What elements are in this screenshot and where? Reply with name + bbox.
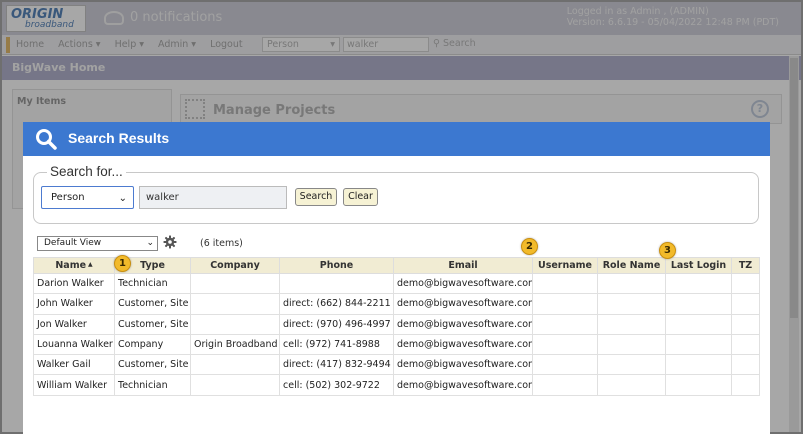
cell-username	[532, 272, 598, 295]
search-results-modal: Search Results Search for... Person ⌄ wa…	[23, 122, 770, 434]
chevron-down-icon: ⌄	[146, 238, 154, 248]
cell-username	[532, 313, 598, 335]
cell-email[interactable]: demo@bigwavesoftware.com	[393, 354, 533, 376]
search-query-input[interactable]: walker	[139, 186, 287, 209]
results-table: Name ▲ Type Company Phone Email Username …	[33, 257, 760, 396]
table-row[interactable]: Walker Gail Customer, Site direct: (417) 8…	[33, 354, 760, 376]
cell-name[interactable]: Darion Walker	[33, 272, 115, 295]
cell-phone	[279, 272, 394, 295]
cell-last-login	[665, 313, 732, 335]
cell-type: Customer, Site	[114, 354, 191, 376]
cell-company: Origin Broadband	[190, 333, 280, 356]
cell-username	[532, 374, 598, 396]
column-header-email[interactable]: Email	[393, 257, 533, 274]
view-select-value: Default View	[44, 238, 102, 248]
chevron-down-icon: ⌄	[118, 193, 127, 204]
cell-last-login	[665, 333, 732, 356]
cell-last-login	[665, 374, 732, 396]
column-header-name[interactable]: Name ▲	[33, 257, 115, 274]
annotation-badge-1: 1	[114, 255, 131, 272]
gear-icon[interactable]	[163, 235, 177, 249]
cell-role-name	[597, 374, 666, 396]
table-row[interactable]: John Walker Customer, Site direct: (662) 8…	[33, 293, 760, 315]
cell-role-name	[597, 313, 666, 335]
cell-email[interactable]: demo@bigwavesoftware.com	[393, 272, 533, 295]
cell-type: Technician	[114, 374, 191, 396]
cell-tz	[731, 272, 760, 295]
cell-phone: cell: (972) 741-8988	[279, 333, 394, 356]
table-row[interactable]: William Walker Technician cell: (502) 302-…	[33, 374, 760, 396]
cell-role-name	[597, 354, 666, 376]
table-row[interactable]: Louanna Walker Company Origin Broadband cel…	[33, 333, 760, 356]
cell-name[interactable]: John Walker	[33, 293, 115, 315]
cell-company	[190, 293, 280, 315]
cell-tz	[731, 354, 760, 376]
cell-username	[532, 354, 598, 376]
column-header-tz[interactable]: TZ	[731, 257, 760, 274]
cell-tz	[731, 374, 760, 396]
table-row[interactable]: Jon Walker Customer, Site direct: (970) 49…	[33, 313, 760, 335]
type-select-value: Person	[51, 192, 85, 203]
cell-tz	[731, 313, 760, 335]
cell-email[interactable]: demo@bigwavesoftware.com	[393, 333, 533, 356]
column-header-username[interactable]: Username	[532, 257, 598, 274]
cell-last-login	[665, 272, 732, 295]
search-button[interactable]: Search	[295, 188, 337, 206]
cell-last-login	[665, 293, 732, 315]
cell-role-name	[597, 272, 666, 295]
column-header-last-login[interactable]: Last Login	[665, 257, 732, 274]
search-legend: Search for...	[47, 164, 126, 179]
cell-company	[190, 313, 280, 335]
cell-phone: direct: (417) 832-9494	[279, 354, 394, 376]
cell-company	[190, 354, 280, 376]
clear-button[interactable]: Clear	[343, 188, 378, 206]
annotation-badge-2: 2	[521, 238, 538, 255]
cell-email[interactable]: demo@bigwavesoftware.com	[393, 313, 533, 335]
cell-phone: direct: (970) 496-4997	[279, 313, 394, 335]
column-header-phone[interactable]: Phone	[279, 257, 394, 274]
cell-name[interactable]: Louanna Walker	[33, 333, 115, 356]
cell-email[interactable]: demo@bigwavesoftware.com	[393, 374, 533, 396]
cell-type: Company	[114, 333, 191, 356]
modal-header: Search Results	[23, 122, 770, 156]
cell-role-name	[597, 293, 666, 315]
cell-name[interactable]: Jon Walker	[33, 313, 115, 335]
cell-company	[190, 272, 280, 295]
sort-ascending-icon: ▲	[88, 261, 93, 268]
cell-phone: cell: (502) 302-9722	[279, 374, 394, 396]
table-row[interactable]: Darion Walker Technician demo@bigwavesoftw…	[33, 272, 760, 295]
annotation-badge-3: 3	[659, 242, 676, 259]
cell-company	[190, 374, 280, 396]
cell-type: Customer, Site	[114, 293, 191, 315]
cell-name[interactable]: William Walker	[33, 374, 115, 396]
cell-tz	[731, 293, 760, 315]
item-count: (6 items)	[200, 238, 243, 249]
modal-title: Search Results	[68, 130, 170, 146]
cell-tz	[731, 333, 760, 356]
view-select[interactable]: Default View ⌄	[37, 236, 158, 251]
table-header-row: Name ▲ Type Company Phone Email Username …	[33, 257, 760, 274]
magnifier-icon	[36, 129, 57, 150]
cell-last-login	[665, 354, 732, 376]
cell-name[interactable]: Walker Gail	[33, 354, 115, 376]
cell-type: Customer, Site	[114, 313, 191, 335]
cell-type: Technician	[114, 272, 191, 295]
cell-username	[532, 293, 598, 315]
cell-role-name	[597, 333, 666, 356]
column-header-label: Name	[55, 260, 87, 271]
column-header-role-name[interactable]: Role Name	[597, 257, 666, 274]
column-header-company[interactable]: Company	[190, 257, 280, 274]
type-select[interactable]: Person ⌄	[41, 186, 134, 209]
cell-phone: direct: (662) 844-2211	[279, 293, 394, 315]
cell-username	[532, 333, 598, 356]
results-body: Darion Walker Technician demo@bigwavesoftw…	[33, 272, 760, 396]
cell-email[interactable]: demo@bigwavesoftware.com	[393, 293, 533, 315]
